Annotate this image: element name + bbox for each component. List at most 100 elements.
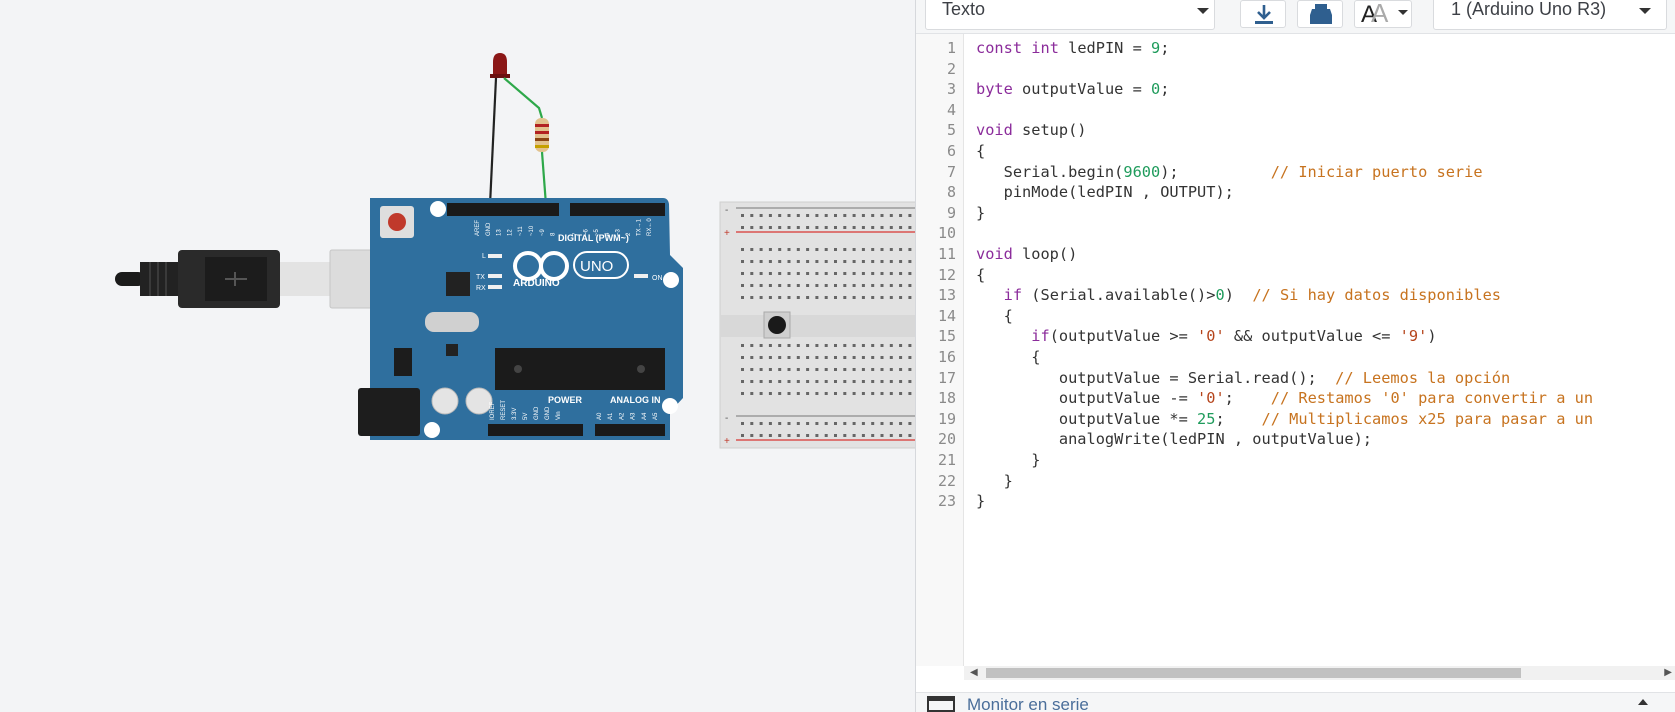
breadboard-hole bbox=[843, 434, 847, 437]
arduino-model-text: UNO bbox=[580, 258, 613, 275]
pin-label: AREF bbox=[475, 220, 481, 236]
breadboard-hole bbox=[871, 272, 875, 275]
scroll-right-arrow-icon[interactable]: ▶ bbox=[1664, 667, 1672, 678]
line-number: 19 bbox=[937, 409, 956, 428]
line-number: 9 bbox=[946, 203, 956, 222]
breadboard-hole bbox=[834, 368, 837, 371]
breadboard-hole bbox=[741, 356, 744, 359]
breadboard-hole bbox=[834, 344, 837, 347]
breadboard-hole bbox=[871, 368, 875, 371]
code-editor[interactable]: 1 2 3 4 5 6 7 8 9 10 11 12 13 14 15 16 17 18 19 20 21 22 23 co… bbox=[916, 34, 1675, 666]
led[interactable] bbox=[490, 53, 510, 78]
pin-label: 13 bbox=[497, 229, 503, 236]
line-number: 11 bbox=[937, 245, 956, 263]
breadboard-hole bbox=[768, 434, 772, 437]
breadboard-hole bbox=[806, 380, 810, 383]
code-line[interactable]: outputValue = Serial.read(); // Leemos l… bbox=[976, 368, 1510, 388]
breadboard-hole bbox=[834, 226, 837, 229]
breadboard-hole bbox=[861, 284, 865, 287]
upload-button[interactable] bbox=[1297, 0, 1343, 28]
editor-mode-dropdown[interactable]: Texto bbox=[925, 0, 1215, 30]
serial-monitor-bar[interactable]: Monitor en serie bbox=[916, 692, 1675, 712]
pin-label: ~9 bbox=[540, 228, 546, 236]
line-number: 1 bbox=[946, 39, 956, 57]
code-line[interactable]: outputValue -= '0'; // Restamos '0' para… bbox=[976, 388, 1593, 408]
circuit-canvas[interactable]: ARDUINO UNO DIGITAL (PWM~) POWER ANALOG … bbox=[0, 0, 915, 712]
pin-label: A5 bbox=[653, 412, 659, 420]
breadboard-hole bbox=[741, 214, 744, 217]
breadboard-hole bbox=[759, 344, 763, 347]
breadboard-hole bbox=[824, 422, 828, 425]
breadboard-hole bbox=[778, 248, 782, 251]
breadboard-hole bbox=[796, 344, 800, 347]
breadboard-hole bbox=[815, 344, 819, 347]
breadboard-hole bbox=[880, 284, 884, 287]
breadboard-hole bbox=[861, 368, 865, 371]
breadboard-hole bbox=[889, 226, 893, 229]
code-line[interactable]: } bbox=[976, 203, 985, 223]
font-size-button[interactable]: A A bbox=[1354, 0, 1412, 28]
horizontal-scrollbar[interactable]: ◀ ▶ bbox=[964, 666, 1675, 680]
code-line[interactable]: byte outputValue = 0; bbox=[976, 79, 1169, 99]
font-size-icon-shadow: A bbox=[1371, 0, 1389, 28]
code-line[interactable]: } bbox=[976, 450, 1040, 470]
code-line[interactable]: { bbox=[976, 347, 1040, 367]
breadboard-hole bbox=[796, 380, 800, 383]
code-line[interactable]: if (Serial.available()>0) // Si hay dato… bbox=[976, 285, 1501, 305]
code-line[interactable]: } bbox=[976, 491, 985, 511]
breadboard-hole bbox=[843, 284, 847, 287]
breadboard-hole bbox=[759, 392, 763, 395]
scrollbar-thumb[interactable] bbox=[986, 668, 1521, 678]
breadboard-hole bbox=[824, 248, 828, 251]
code-line[interactable]: pinMode(ledPIN , OUTPUT); bbox=[976, 182, 1234, 202]
svg-text:+: + bbox=[724, 228, 730, 239]
breadboard-hole bbox=[759, 296, 763, 299]
breadboard-hole bbox=[861, 248, 865, 251]
breadboard-hole bbox=[750, 422, 754, 425]
code-line[interactable]: { bbox=[976, 141, 985, 161]
chevron-up-icon[interactable] bbox=[1638, 699, 1648, 705]
resistor[interactable] bbox=[535, 118, 549, 152]
code-line[interactable]: Serial.begin(9600); // Iniciar puerto se… bbox=[976, 162, 1483, 182]
breadboard-hole bbox=[871, 356, 875, 359]
breadboard-hole bbox=[908, 214, 912, 217]
breadboard-hole bbox=[796, 214, 800, 217]
breadboard-hole bbox=[750, 248, 754, 251]
breadboard-hole bbox=[759, 272, 763, 275]
breadboard-hole bbox=[796, 434, 800, 437]
code-line[interactable]: void setup() bbox=[976, 120, 1087, 140]
breadboard-hole bbox=[750, 226, 754, 229]
code-line[interactable]: outputValue *= 25; // Multiplicamos x25 … bbox=[976, 409, 1593, 429]
breadboard-hole bbox=[768, 344, 772, 347]
breadboard-hole bbox=[796, 272, 800, 275]
breadboard-hole bbox=[861, 422, 865, 425]
code-line[interactable]: if(outputValue >= '0' && outputValue <= … bbox=[976, 326, 1436, 346]
code-line[interactable]: { bbox=[976, 306, 1013, 326]
code-line[interactable]: void loop() bbox=[976, 244, 1077, 264]
breadboard-hole bbox=[889, 260, 893, 263]
scroll-left-arrow-icon[interactable]: ◀ bbox=[970, 667, 978, 678]
line-number: 7 bbox=[946, 162, 956, 181]
app-root: ARDUINO UNO DIGITAL (PWM~) POWER ANALOG … bbox=[0, 0, 1675, 712]
code-line[interactable]: const int ledPIN = 9; bbox=[976, 38, 1169, 58]
chevron-down-icon bbox=[1639, 8, 1651, 14]
breadboard-hole bbox=[815, 356, 819, 359]
breadboard-hole bbox=[908, 284, 912, 287]
code-line[interactable]: } bbox=[976, 471, 1013, 491]
code-line[interactable]: { bbox=[976, 265, 985, 285]
line-number: 23 bbox=[937, 492, 956, 511]
rx-led-label: RX bbox=[476, 285, 486, 292]
breadboard-hole bbox=[871, 214, 875, 217]
pin-label: ~10 bbox=[529, 225, 535, 236]
board-select-dropdown[interactable]: 1 (Arduino Uno R3) bbox=[1433, 0, 1667, 30]
breadboard-hole bbox=[843, 422, 847, 425]
breadboard-hole bbox=[880, 434, 884, 437]
breadboard-hole bbox=[778, 296, 782, 299]
code-line[interactable]: analogWrite(ledPIN , outputValue); bbox=[976, 429, 1372, 449]
pushbutton[interactable] bbox=[763, 311, 791, 339]
pin-label: Vin bbox=[556, 411, 562, 420]
breadboard[interactable]: + + - - bbox=[719, 201, 915, 449]
breadboard-hole bbox=[899, 356, 903, 359]
download-button[interactable] bbox=[1240, 0, 1286, 28]
breadboard-hole bbox=[778, 434, 782, 437]
